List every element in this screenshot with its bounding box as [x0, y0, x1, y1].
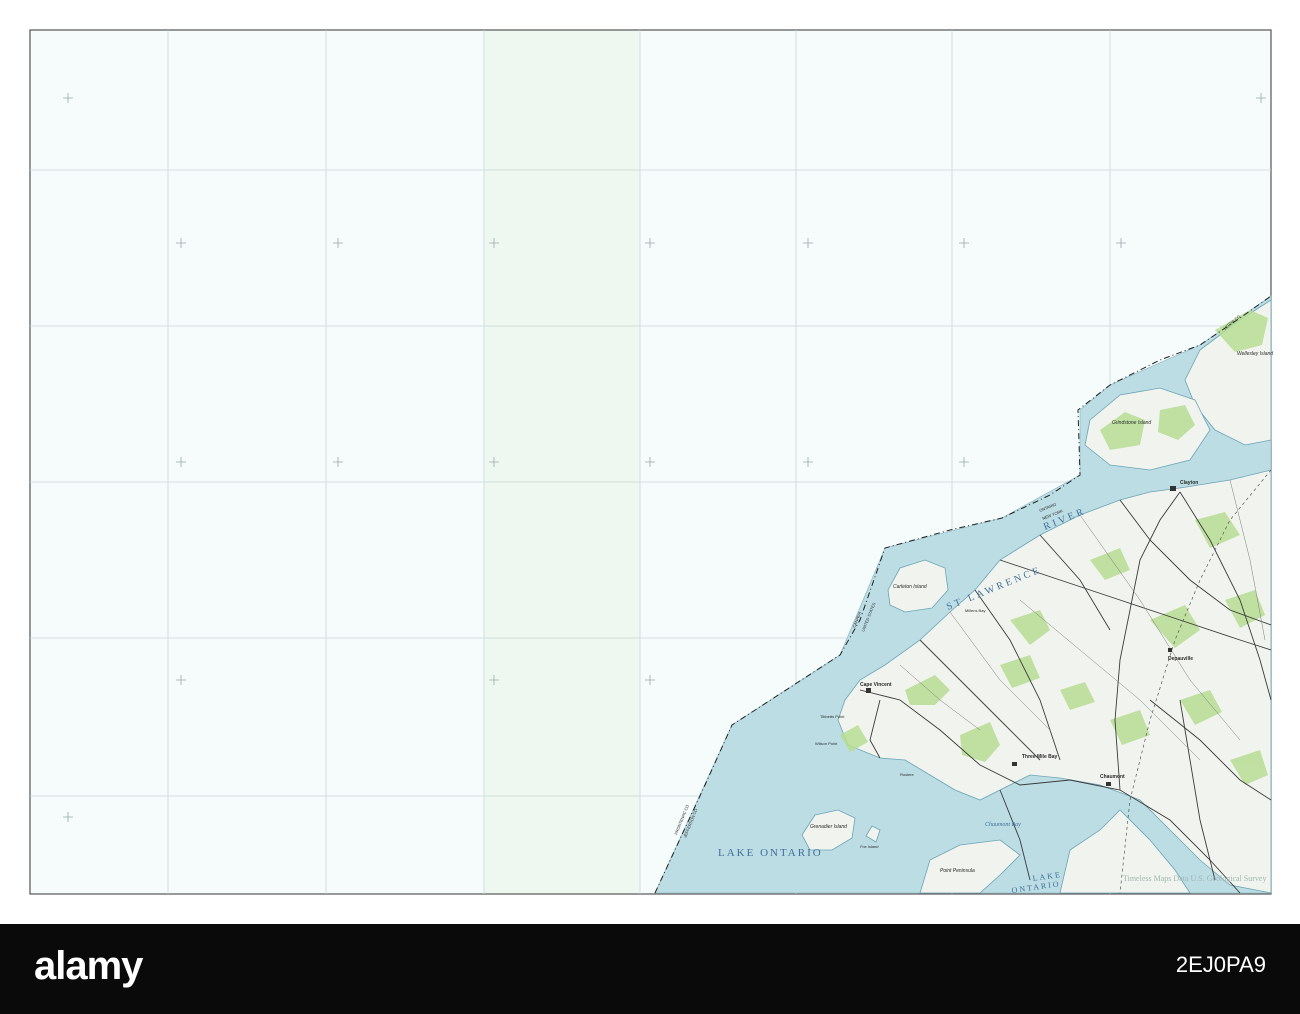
label-chaumont-bay: Chaumont Bay: [985, 822, 1021, 828]
label-point-peninsula: Point Peninsula: [940, 868, 975, 874]
label-fox-island: Fox Island: [860, 844, 879, 849]
label-carleton-island: Carleton Island: [893, 584, 927, 590]
topographic-map: LAKE ONTARIO LAKE ONTARIO ST LAWRENCE RI…: [29, 29, 1273, 895]
fold-band: [484, 31, 640, 893]
label-chaumont: Chaumont: [1100, 774, 1125, 780]
label-grindstone-island: Grindstone Island: [1112, 420, 1151, 426]
label-tibbetts-point: Tibbetts Point: [820, 714, 845, 719]
label-lake-ontario: LAKE ONTARIO: [718, 847, 823, 859]
label-wellesley-island: Wellesley Island: [1237, 351, 1273, 357]
stock-footer-bar: alamy 2EJ0PA9: [0, 924, 1300, 1014]
label-grenadier-island: Grenadier Island: [810, 824, 847, 830]
map-frame: LAKE ONTARIO LAKE ONTARIO ST LAWRENCE RI…: [0, 0, 1300, 924]
alamy-logo: alamy: [34, 944, 143, 988]
label-three-mile-bay: Three Mile Bay: [1022, 754, 1058, 760]
watermark: Timeless Maps Data U.S. Geological Surve…: [1123, 874, 1266, 883]
image-id: 2EJ0PA9: [1175, 952, 1266, 977]
label-depauville: Depauville: [1168, 656, 1193, 662]
label-clayton: Clayton: [1180, 480, 1198, 486]
label-cape-vincent: Cape Vincent: [860, 682, 892, 688]
label-wilson-point: Wilson Point: [815, 741, 838, 746]
label-rosiere: Rosiere: [900, 772, 915, 777]
label-millens-bay: Millens Bay: [965, 608, 985, 613]
